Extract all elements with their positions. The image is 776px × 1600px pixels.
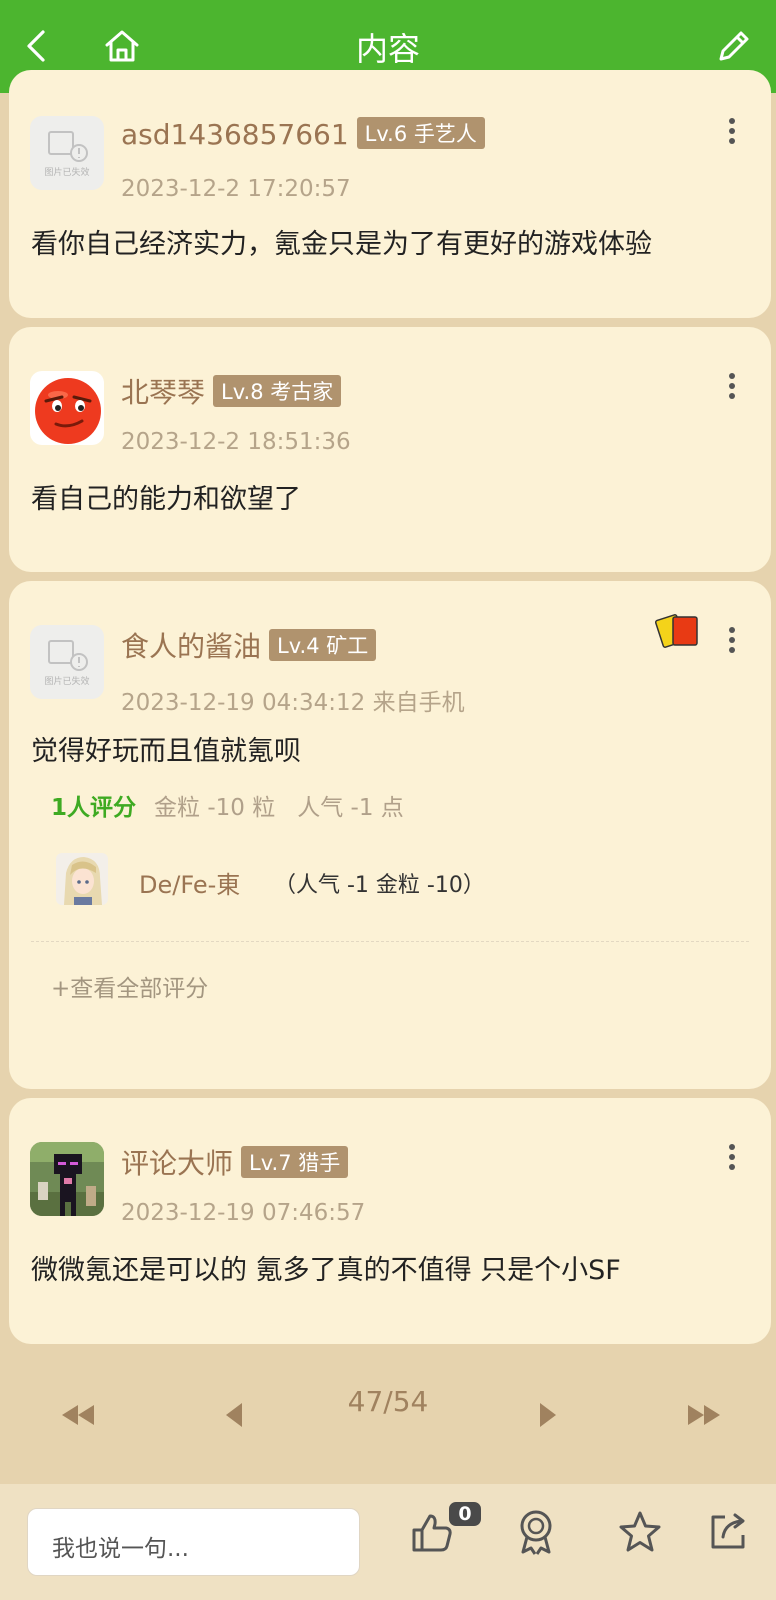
post-content: 觉得好玩而且值就氪呗 [31,736,301,767]
rater-name[interactable]: De/Fe-東 [139,865,240,900]
next-page-icon[interactable] [536,1397,560,1437]
username[interactable]: 北琴琴 Lv.8 考古家 [121,371,342,411]
rating-summary: 1人评分 金粒 -10 粒人气 -1 点 [51,788,404,822]
pager: 47/54 [0,1385,776,1455]
level-badge: Lv.6 手艺人 [356,117,485,149]
avatar[interactable] [30,1142,104,1216]
post-content: 微微氪还是可以的 氪多了真的不值得 只是个小SF [31,1255,621,1286]
username[interactable]: asd1436857661 Lv.6 手艺人 [121,117,485,152]
more-options-icon[interactable] [727,118,737,152]
username-text[interactable]: asd1436857661 [121,118,349,151]
page-title: 内容 [355,30,420,68]
level-badge: Lv.7 猎手 [241,1146,349,1178]
username[interactable]: 评论大师 Lv.7 猎手 [121,1142,349,1182]
level-badge: Lv.4 矿工 [269,629,377,661]
avatar[interactable] [30,371,104,445]
post-time: 2023-12-2 18:51:36 [121,429,351,455]
last-page-icon[interactable] [684,1397,724,1437]
reply-placeholder: 我也说一句... [52,1536,189,1562]
username[interactable]: 食人的酱油 Lv.4 矿工 [121,625,377,665]
rater-detail: （人气 -1 金粒 -10） [274,873,485,898]
avatar-broken-image[interactable]: 图片已失效 [30,625,104,699]
post-content: 看你自己经济实力，氪金只是为了有更好的游戏体验 [31,229,652,260]
more-options-icon[interactable] [727,373,737,407]
share-icon[interactable] [700,1504,756,1560]
post-time: 2023-12-2 17:20:57 [121,176,351,202]
post-card: 图片已失效 asd1436857661 Lv.6 手艺人 2023-12-2 17… [9,70,771,318]
more-options-icon[interactable] [727,1144,737,1178]
rating-gold: 金粒 -10 粒 [154,795,276,821]
post-card: 评论大师 Lv.7 猎手 2023-12-19 07:46:57 微微氪还是可以的… [9,1098,771,1344]
like-count-badge: 0 [446,1499,484,1529]
avatar-caption: 图片已失效 [44,676,90,687]
reply-input[interactable]: 我也说一句... [27,1508,360,1576]
divider [31,941,749,942]
page-indicator[interactable]: 47/54 [0,1385,776,1418]
view-all-ratings-link[interactable]: +查看全部评分 [51,969,208,1003]
post-card: 图片已失效 食人的酱油 Lv.4 矿工 2023-12-19 04:34:12 来… [9,581,771,1089]
rating-count[interactable]: 1人评分 [51,795,136,821]
avatar-broken-image[interactable]: 图片已失效 [30,116,104,190]
rating-popularity: 人气 -1 点 [297,795,404,821]
rater-avatar[interactable] [56,853,108,905]
post-card: 北琴琴 Lv.8 考古家 2023-12-2 18:51:36 看自己的能力和欲望… [9,327,771,572]
post-time: 2023-12-19 07:46:57 [121,1200,366,1226]
edit-icon[interactable] [712,24,756,68]
username-text[interactable]: 北琴琴 [121,376,205,409]
star-icon[interactable] [612,1504,668,1560]
bottom-bar: 我也说一句... 0 [0,1484,776,1600]
post-content: 看自己的能力和欲望了 [31,484,301,515]
penalty-cards-icon [654,611,703,655]
more-options-icon[interactable] [727,627,737,661]
avatar-caption: 图片已失效 [44,167,90,178]
post-time: 2023-12-19 04:34:12 来自手机 [121,690,465,716]
award-icon[interactable] [508,1504,564,1560]
username-text[interactable]: 评论大师 [121,1147,233,1180]
username-text[interactable]: 食人的酱油 [121,630,261,663]
level-badge: Lv.8 考古家 [213,375,342,407]
